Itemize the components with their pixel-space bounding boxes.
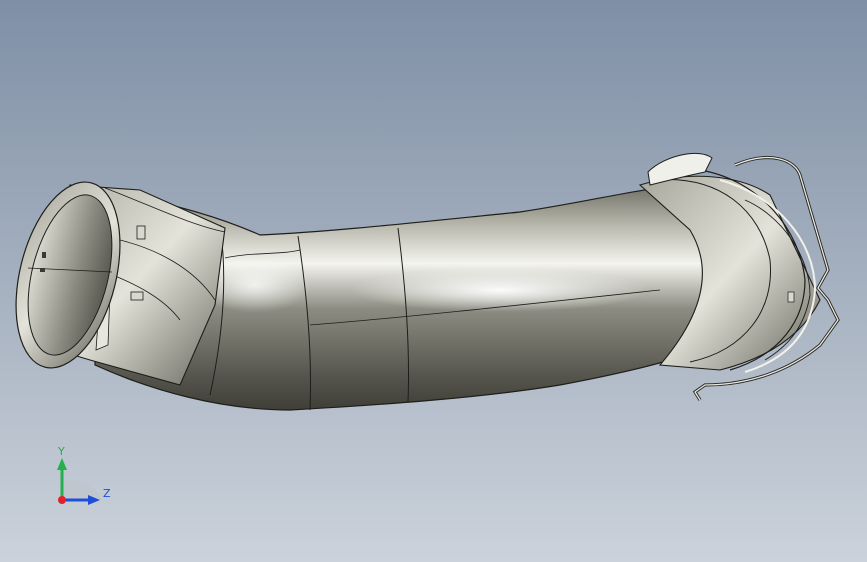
y-axis-label: Y <box>57 445 65 458</box>
coordinate-triad: Y Z <box>57 445 111 505</box>
left-opening-tab <box>42 252 46 258</box>
left-opening-tab <box>40 268 45 272</box>
z-axis-label: Z <box>103 487 111 500</box>
latch-slot <box>787 291 795 303</box>
pipe-elbow-model[interactable] <box>0 0 867 562</box>
y-axis-arrow-icon <box>57 458 67 470</box>
tube-highlight <box>350 268 650 312</box>
cuff-slot <box>136 225 146 240</box>
x-axis-icon <box>58 496 66 504</box>
cuff-slot <box>130 291 144 301</box>
graphics-viewport[interactable]: Y Z <box>0 0 867 562</box>
triad-base <box>62 479 102 500</box>
